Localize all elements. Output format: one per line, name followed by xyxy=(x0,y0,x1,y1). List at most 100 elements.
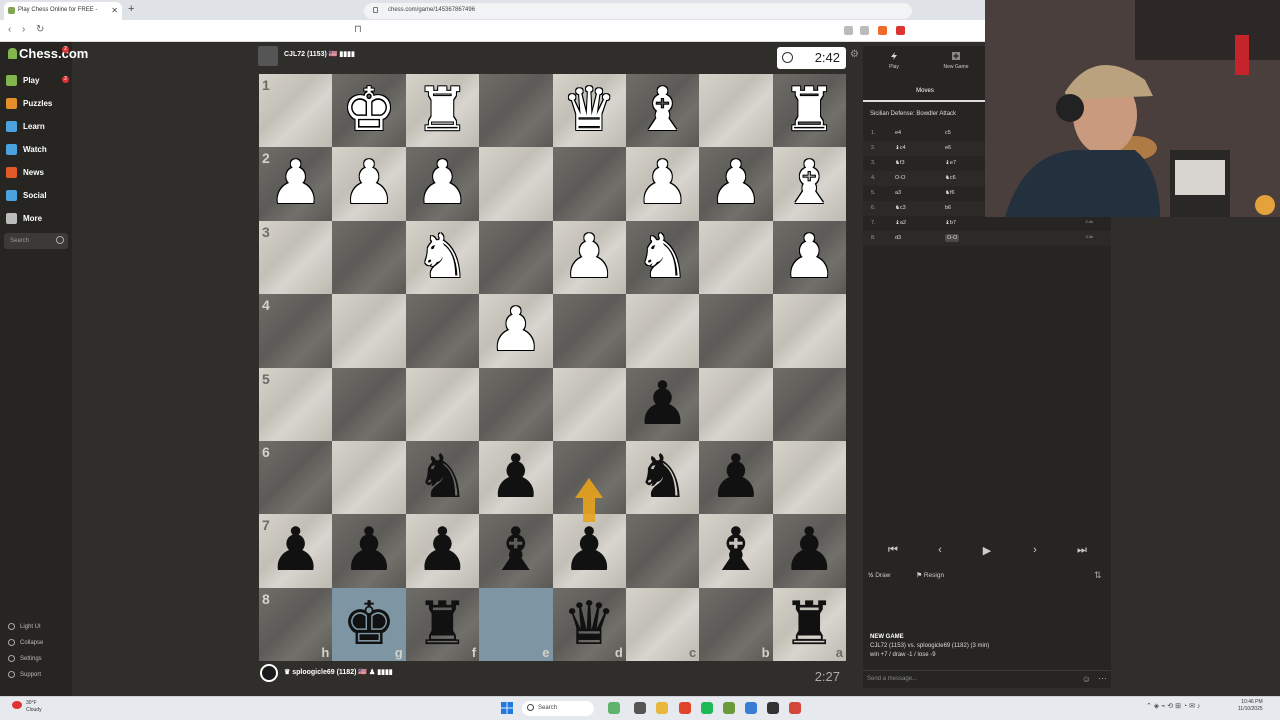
black-pawn-piece[interactable]: ♟ xyxy=(259,514,332,587)
square-c8[interactable]: c xyxy=(625,587,700,661)
black-move[interactable]: ♝b7 xyxy=(945,220,956,226)
square-g3[interactable] xyxy=(332,220,406,295)
white-bishop-piece[interactable]: ♝ xyxy=(626,74,699,147)
black-move[interactable]: ♝e7 xyxy=(945,160,956,166)
brave-icon[interactable] xyxy=(679,702,691,714)
white-move[interactable]: ♞f3 xyxy=(895,160,905,166)
tab-moves[interactable]: Moves xyxy=(863,80,987,102)
bookmark-icon[interactable]: ⊓ xyxy=(354,24,362,35)
black-pawn-piece[interactable]: ♟ xyxy=(699,441,772,514)
sidebar-item-puzzles[interactable]: Puzzles xyxy=(6,95,52,111)
sidebar-item-watch[interactable]: Watch xyxy=(6,141,47,157)
square-h1[interactable]: 1 xyxy=(259,74,333,148)
square-h3[interactable]: 3 xyxy=(259,220,333,295)
square-g7[interactable]: ♟ xyxy=(332,514,406,588)
square-a8[interactable]: a ♜ xyxy=(772,587,846,661)
square-f7[interactable]: ♟ xyxy=(405,514,480,588)
white-move[interactable]: ♝a2 xyxy=(895,220,906,226)
chess-logo[interactable]: Chess.com xyxy=(8,46,88,61)
flip-board-icon[interactable]: ⇅ xyxy=(1094,570,1102,581)
square-b8[interactable]: b xyxy=(699,587,773,661)
chess-board[interactable]: 1 ♚ ♜ ♛ ♝ ♜ 2 ♟ ♟ ♟ ♟ ♟ ♝ 3 ♞ ♟ ♞ ♟ 4 ♟ 5 ♟ 6 ♞ ♟ ♞ ♟ 7 ♟ ♟ ♟ ♝ ♟ ♝ ♟ 8 h g ♚ f… xyxy=(259,74,846,661)
square-e2[interactable] xyxy=(479,147,553,221)
square-b6[interactable]: ♟ xyxy=(699,440,773,515)
black-pawn-piece[interactable]: ♟ xyxy=(332,514,405,587)
black-pawn-piece[interactable]: ♟ xyxy=(479,441,552,514)
white-pawn-piece[interactable]: ♟ xyxy=(259,147,332,220)
white-rook-piece[interactable]: ♜ xyxy=(406,74,479,147)
square-e5[interactable] xyxy=(479,367,553,441)
site-info-icon[interactable] xyxy=(373,7,378,13)
square-d8[interactable]: d ♛ xyxy=(552,587,626,661)
more-options-icon[interactable]: ⋯ xyxy=(1098,673,1107,684)
browser-tab[interactable]: Play Chess Online for FREE - ✕ xyxy=(4,2,122,20)
last-move-button[interactable]: ⏭ xyxy=(1072,544,1092,560)
task-view-icon[interactable] xyxy=(634,702,646,714)
black-move[interactable]: b6 xyxy=(945,205,951,211)
white-knight-piece[interactable]: ♞ xyxy=(406,221,479,294)
square-d4[interactable] xyxy=(552,294,626,368)
search-input[interactable]: Search xyxy=(4,233,68,249)
square-a2[interactable]: ♝ xyxy=(772,147,846,221)
chrome-icon[interactable] xyxy=(789,702,801,714)
square-h7[interactable]: 7 ♟ xyxy=(259,514,333,588)
draw-button[interactable]: ½ Draw xyxy=(868,572,902,579)
square-c1[interactable]: ♝ xyxy=(625,74,700,148)
white-bishop-piece[interactable]: ♝ xyxy=(773,147,846,220)
square-a3[interactable]: ♟ xyxy=(772,220,846,295)
back-icon[interactable]: ‹ xyxy=(8,24,11,35)
tab-search-icon[interactable] xyxy=(844,26,853,35)
terminal-icon[interactable] xyxy=(767,702,779,714)
white-pawn-piece[interactable]: ♟ xyxy=(406,147,479,220)
sidebar-bottom-settings[interactable]: Settings xyxy=(8,655,42,662)
white-move[interactable]: ♝c4 xyxy=(895,145,906,151)
square-g2[interactable]: ♟ xyxy=(332,147,406,221)
tab-play[interactable]: Play xyxy=(863,52,925,70)
avatar[interactable] xyxy=(260,664,278,682)
square-b2[interactable]: ♟ xyxy=(699,147,773,221)
previous-move-button[interactable]: ‹ xyxy=(930,544,950,560)
square-e3[interactable] xyxy=(479,220,553,295)
black-pawn-piece[interactable]: ♟ xyxy=(773,514,846,587)
emoji-icon[interactable]: ☺ xyxy=(1082,674,1091,684)
square-a5[interactable] xyxy=(772,367,846,441)
square-a6[interactable] xyxy=(772,440,846,515)
square-f4[interactable] xyxy=(405,294,480,368)
square-d2[interactable] xyxy=(552,147,626,221)
white-queen-piece[interactable]: ♛ xyxy=(553,74,626,147)
white-pawn-piece[interactable]: ♟ xyxy=(553,221,626,294)
black-queen-piece[interactable]: ♛ xyxy=(553,588,626,661)
black-move[interactable]: c5 xyxy=(945,130,951,136)
square-d3[interactable]: ♟ xyxy=(552,220,626,295)
windows-start-icon[interactable] xyxy=(501,702,513,714)
sidebar-item-social[interactable]: Social xyxy=(6,187,47,203)
square-g1[interactable]: ♚ xyxy=(332,74,406,148)
black-knight-piece[interactable]: ♞ xyxy=(626,441,699,514)
weather-widget[interactable]: 30°F Cloudy xyxy=(12,700,42,714)
square-d7[interactable]: ♟ xyxy=(552,514,626,588)
square-b7[interactable]: ♝ xyxy=(699,514,773,588)
sidebar-bottom-collapse[interactable]: Collapse xyxy=(8,639,43,646)
new-tab-button[interactable]: + xyxy=(128,3,134,15)
chess-app-icon[interactable] xyxy=(723,702,735,714)
chat-input[interactable]: Send a message... ☺ ⋯ xyxy=(863,670,1111,688)
brave-shield-icon[interactable] xyxy=(878,26,887,35)
black-move[interactable]: ♞c6 xyxy=(945,175,956,181)
black-rook-piece[interactable]: ♜ xyxy=(773,588,846,661)
square-e4[interactable]: ♟ xyxy=(479,294,553,368)
search-icon[interactable] xyxy=(56,236,64,244)
square-c4[interactable] xyxy=(625,294,700,368)
white-pawn-piece[interactable]: ♟ xyxy=(479,294,552,367)
sidebar-item-news[interactable]: News xyxy=(6,164,44,180)
white-move[interactable]: e4 xyxy=(895,130,901,136)
square-c5[interactable]: ♟ xyxy=(625,367,700,441)
system-tray[interactable]: ⌃ ◈ ⌁ ⟲ ⊞ ◔ ✉ ♪ xyxy=(1146,702,1200,710)
sidebar-item-play[interactable]: Play xyxy=(6,72,39,88)
square-g5[interactable] xyxy=(332,367,406,441)
white-move[interactable]: d3 xyxy=(895,235,901,241)
square-a4[interactable] xyxy=(772,294,846,368)
url-field[interactable]: chess.com/game/145367867496 xyxy=(364,3,912,19)
tab-new-game[interactable]: New Game xyxy=(925,52,987,70)
square-f1[interactable]: ♜ xyxy=(405,74,480,148)
square-b4[interactable] xyxy=(699,294,773,368)
